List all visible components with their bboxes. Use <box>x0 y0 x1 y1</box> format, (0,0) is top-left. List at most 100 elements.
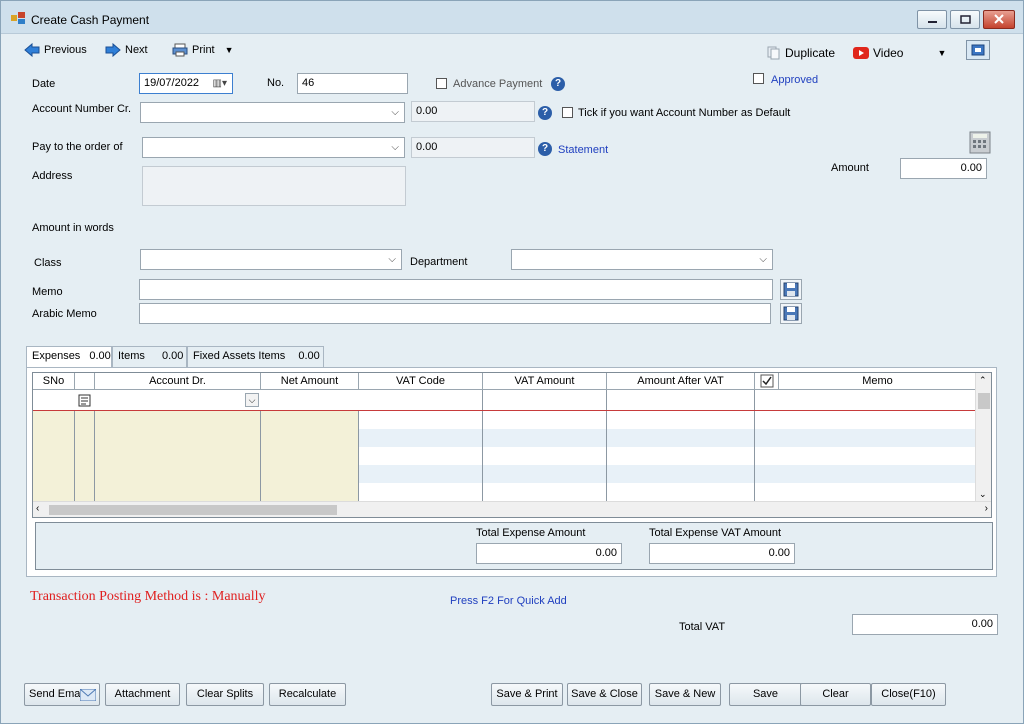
scroll-left-icon[interactable]: ‹ <box>36 503 39 514</box>
chevron-down-icon: ⌵ <box>388 254 396 265</box>
quick-add-hint: Press F2 For Quick Add <box>450 595 567 607</box>
envelope-icon <box>80 689 96 701</box>
close-button[interactable]: Close(F10) <box>871 683 946 706</box>
expenses-panel: SNo Account Dr. Net Amount VAT Code VAT … <box>26 367 997 577</box>
print-dropdown-icon[interactable]: ▼ <box>225 45 234 55</box>
net-amount-column <box>261 410 359 502</box>
previous-button[interactable]: Previous <box>24 41 87 59</box>
chevron-down-icon: ⌵ <box>391 142 399 153</box>
col-header-amount-after-vat[interactable]: Amount After VAT <box>607 373 755 390</box>
duplicate-label: Duplicate <box>785 46 836 60</box>
calculator-icon <box>969 131 991 154</box>
pay-to-label: Pay to the order of <box>32 141 123 153</box>
class-label: Class <box>34 257 62 269</box>
calendar-dropdown-icon: ▥▾ <box>212 78 227 89</box>
arabic-memo-field[interactable] <box>139 303 771 324</box>
department-combo[interactable]: ⌵ <box>511 249 773 270</box>
save-label: Save <box>752 688 779 700</box>
restore-button[interactable] <box>950 10 980 29</box>
date-picker[interactable]: 19/07/2022 ▥▾ <box>139 73 233 94</box>
previous-label: Previous <box>44 44 87 56</box>
col-header-vat-code[interactable]: VAT Code <box>359 373 483 390</box>
total-expense-vat-field: 0.00 <box>649 543 795 564</box>
save-button[interactable]: Save <box>729 683 802 706</box>
posting-method-text: Transaction Posting Method is : Manually <box>30 589 266 604</box>
col-header-net-amount[interactable]: Net Amount <box>261 373 359 390</box>
advance-payment-checkbox[interactable] <box>436 78 447 89</box>
memo-field[interactable] <box>139 279 773 300</box>
minimize-icon <box>928 21 937 23</box>
current-row-indicator <box>33 410 977 411</box>
col-header-check[interactable] <box>755 373 779 390</box>
account-cr-balance: 0.00 <box>411 101 535 122</box>
chevron-down-icon: ⌵ <box>391 107 399 118</box>
recalculate-button[interactable]: Recalculate <box>269 683 346 706</box>
default-account-checkbox[interactable] <box>562 107 573 118</box>
advance-help-icon[interactable]: ? <box>551 77 565 91</box>
recalculate-label: Recalculate <box>278 688 337 700</box>
col-header-sno[interactable]: SNo <box>33 373 75 390</box>
account-dr-column <box>95 410 261 502</box>
default-account-label: Tick if you want Account Number as Defau… <box>578 107 791 119</box>
amount-field[interactable]: 0.00 <box>900 158 987 179</box>
approved-checkbox[interactable] <box>753 73 764 84</box>
scroll-up-icon[interactable]: ⌃ <box>979 375 987 386</box>
expenses-grid[interactable]: SNo Account Dr. Net Amount VAT Code VAT … <box>32 372 992 518</box>
tab-items-label: Items <box>118 350 145 362</box>
tab-expenses-label: Expenses <box>32 350 81 362</box>
next-button[interactable]: Next <box>105 41 148 59</box>
send-email-button[interactable]: Send Email <box>24 683 100 706</box>
account-cr-combo[interactable]: ⌵ <box>140 102 405 123</box>
col-header-blank <box>75 373 95 390</box>
col-header-memo[interactable]: Memo <box>779 373 977 390</box>
statement-help-icon[interactable]: ? <box>538 142 552 156</box>
clear-splits-label: Clear Splits <box>196 688 254 700</box>
department-label: Department <box>410 256 468 268</box>
window-layout-button[interactable] <box>966 40 990 60</box>
number-field[interactable]: 46 <box>297 73 408 94</box>
save-new-label: Save & New <box>654 688 716 700</box>
col-header-account-dr[interactable]: Account Dr. <box>95 373 261 390</box>
account-dr-dropdown[interactable]: ⌵ <box>245 393 259 407</box>
floppy-disk-icon <box>783 282 799 297</box>
print-button[interactable]: Print ▼ <box>172 41 234 59</box>
scroll-thumb[interactable] <box>978 393 990 409</box>
hscroll-thumb[interactable] <box>49 505 337 515</box>
vat-code-column <box>359 390 483 502</box>
grid-vertical-scrollbar[interactable]: ⌃ ⌄ <box>975 373 991 502</box>
save-new-button[interactable]: Save & New <box>649 683 721 706</box>
totals-box: Total Expense Amount 0.00 Total Expense … <box>35 522 993 570</box>
tab-items[interactable]: Items 0.00 <box>112 346 187 367</box>
arrow-right-icon <box>105 43 121 57</box>
arabic-memo-save-button[interactable] <box>780 303 802 324</box>
class-combo[interactable]: ⌵ <box>140 249 402 270</box>
pay-to-combo[interactable]: ⌵ <box>142 137 405 158</box>
calculator-button[interactable] <box>969 131 991 154</box>
tab-expenses[interactable]: Expenses 0.00 <box>26 346 112 368</box>
address-field[interactable] <box>142 166 406 206</box>
total-vat-field: 0.00 <box>852 614 998 635</box>
attachment-label: Attachment <box>114 688 171 700</box>
video-dropdown-icon[interactable]: ▼ <box>937 48 946 58</box>
memo-save-button[interactable] <box>780 279 802 300</box>
col-header-vat-amount[interactable]: VAT Amount <box>483 373 607 390</box>
clear-splits-button[interactable]: Clear Splits <box>186 683 264 706</box>
scroll-down-icon[interactable]: ⌄ <box>979 489 987 500</box>
total-expense-field: 0.00 <box>476 543 622 564</box>
save-print-button[interactable]: Save & Print <box>491 683 563 706</box>
minimize-button[interactable] <box>917 10 947 29</box>
scroll-right-icon[interactable]: › <box>985 503 988 514</box>
attachment-button[interactable]: Attachment <box>105 683 180 706</box>
tab-fixed-assets[interactable]: Fixed Assets Items 0.00 <box>187 346 324 367</box>
save-close-button[interactable]: Save & Close <box>567 683 642 706</box>
clear-button[interactable]: Clear <box>800 683 871 706</box>
duplicate-button[interactable]: Duplicate <box>767 44 835 62</box>
grid-horizontal-scrollbar[interactable]: ‹ › <box>33 501 991 517</box>
close-window-button[interactable] <box>983 10 1015 29</box>
save-print-label: Save & Print <box>496 688 558 700</box>
number-value: 46 <box>302 77 315 89</box>
account-help-icon[interactable]: ? <box>538 106 552 120</box>
account-cr-label: Account Number Cr. <box>32 103 132 115</box>
statement-link[interactable]: Statement <box>558 144 608 156</box>
video-button[interactable]: Video ▼ <box>853 44 946 62</box>
